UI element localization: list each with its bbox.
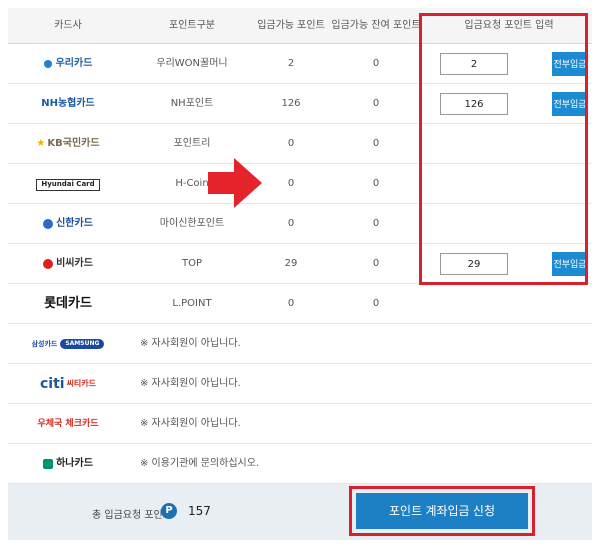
hyundai-card-logo: Hyundai Card [36,178,100,191]
point-type: TOP [181,258,202,269]
kb-card-logo: ★ KB국민카드 [36,124,99,164]
available-points: 0 [287,138,295,149]
remaining-points: 0 [372,258,380,269]
remaining-points: 0 [372,218,380,229]
available-points: 126 [281,98,301,109]
header-remaining-points: 입금가능 잔여 포인트 [331,20,421,31]
post-check-card-logo: 우체국 체크카드 [37,419,99,429]
header-card-company: 카드사 [54,20,82,31]
remaining-points: 0 [372,58,380,69]
available-points: 0 [287,218,295,229]
nh-card-logo: NH농협카드 [41,98,95,109]
footer-bar: 총 입금요청 포인트 P 157 포인트 계좌입금 신청 [8,484,592,540]
remaining-points: 0 [372,298,380,309]
hana-card-logo: 하나카드 [43,444,93,484]
table-row: 삼성카드 SAMSUNG ※ 자사회원이 아닙니다. [8,324,592,364]
table-row: 롯데카드 L.POINT 0 0 [8,284,592,324]
table-row: 하나카드 ※ 이용기관에 문의하십시오. [8,444,592,484]
points-p-icon: P [161,503,177,519]
available-points: 2 [287,58,295,69]
remaining-points: 0 [372,138,380,149]
total-request-label: 총 입금요청 포인트 [92,510,172,521]
shinhan-mark-icon [43,219,54,229]
submit-highlight: 포인트 계좌입금 신청 [349,486,535,536]
point-type: 우리WON꿀머니 [156,58,228,69]
woori-mark-icon [43,60,52,68]
woori-card-logo: 우리카드 [43,44,92,84]
row-notice: ※ 자사회원이 아닙니다. [140,338,241,349]
bc-mark-icon [43,259,54,269]
total-request-value: 157 [188,504,211,518]
row-notice: ※ 이용기관에 문의하십시오. [140,458,260,469]
point-type: NH포인트 [170,98,214,109]
row-notice: ※ 자사회원이 아닙니다. [140,418,241,429]
shinhan-card-logo: 신한카드 [43,204,93,244]
hana-mark-icon [43,459,54,469]
header-available-points: 입금가능 포인트 [257,20,325,31]
red-arrow-icon [208,158,262,208]
table-row: citi 씨티카드 ※ 자사회원이 아닙니다. [8,364,592,404]
row-notice: ※ 자사회원이 아닙니다. [140,378,241,389]
table-row: 우체국 체크카드 ※ 자사회원이 아닙니다. [8,404,592,444]
remaining-points: 0 [372,98,380,109]
available-points: 0 [287,298,295,309]
point-type: 마이신한포인트 [159,218,225,229]
remaining-points: 0 [372,178,380,189]
lotte-card-logo: 롯데카드 [44,296,92,311]
apply-point-deposit-button[interactable]: 포인트 계좌입금 신청 [356,493,528,529]
available-points: 29 [284,258,298,269]
bc-card-logo: 비씨카드 [43,244,93,284]
kb-star-icon: ★ [36,138,46,149]
point-type: L.POINT [172,298,212,309]
available-points: 0 [287,178,295,189]
header-point-type: 포인트구분 [169,20,215,31]
input-column-highlight [419,13,588,285]
samsung-card-logo: 삼성카드 SAMSUNG [32,324,105,364]
citi-card-logo: citi 씨티카드 [39,376,97,392]
